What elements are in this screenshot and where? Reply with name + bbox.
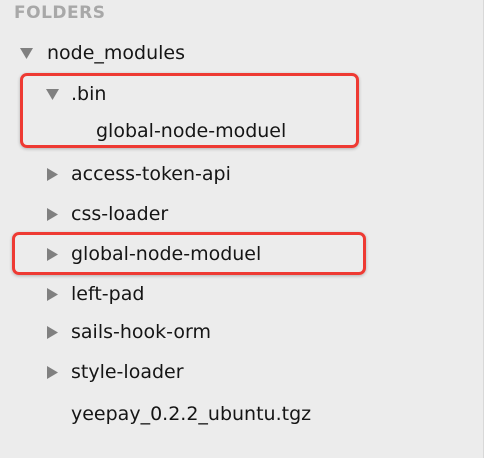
tree-folder-sails-hook-orm[interactable]: sails-hook-orm (0, 314, 470, 350)
folders-header: FOLDERS (14, 3, 106, 23)
triangle-right-icon[interactable] (44, 196, 60, 232)
triangle-right-icon[interactable] (44, 236, 60, 272)
tree-folder-node-modules[interactable]: node_modules (0, 35, 470, 71)
tree-folder-label: sails-hook-orm (71, 321, 211, 343)
tree-folder-label: left-pad (71, 283, 145, 305)
tree-folder-label: .bin (71, 83, 107, 105)
tree-folder-label: css-loader (71, 203, 169, 225)
tree-folder-style-loader[interactable]: style-loader (0, 354, 470, 390)
tree-folder-left-pad[interactable]: left-pad (0, 276, 470, 312)
tree-folder-label: node_modules (47, 42, 186, 64)
tree-file-label: global-node-moduel (96, 120, 287, 142)
tree-file-label: yeepay_0.2.2_ubuntu.tgz (71, 403, 312, 425)
triangle-right-icon[interactable] (44, 276, 60, 312)
tree-file-yeepay-tgz[interactable]: yeepay_0.2.2_ubuntu.tgz (0, 396, 470, 432)
tree-file-bin-global-node-moduel[interactable]: global-node-moduel (0, 113, 470, 149)
triangle-right-icon[interactable] (44, 354, 60, 390)
tree-folder-label: style-loader (71, 361, 184, 383)
folders-sidebar: FOLDERS node_modules .bin global-node-mo… (0, 0, 484, 458)
triangle-right-icon[interactable] (44, 314, 60, 350)
tree-folder-label: access-token-api (71, 163, 231, 185)
tree-folder-bin[interactable]: .bin (0, 76, 470, 112)
triangle-down-icon[interactable] (18, 35, 34, 71)
tree-folder-access-token-api[interactable]: access-token-api (0, 156, 470, 192)
tree-folder-label: global-node-moduel (71, 243, 262, 265)
tree-folder-global-node-moduel[interactable]: global-node-moduel (0, 236, 470, 272)
tree-folder-css-loader[interactable]: css-loader (0, 196, 470, 232)
triangle-down-icon[interactable] (44, 76, 60, 112)
triangle-right-icon[interactable] (44, 156, 60, 192)
